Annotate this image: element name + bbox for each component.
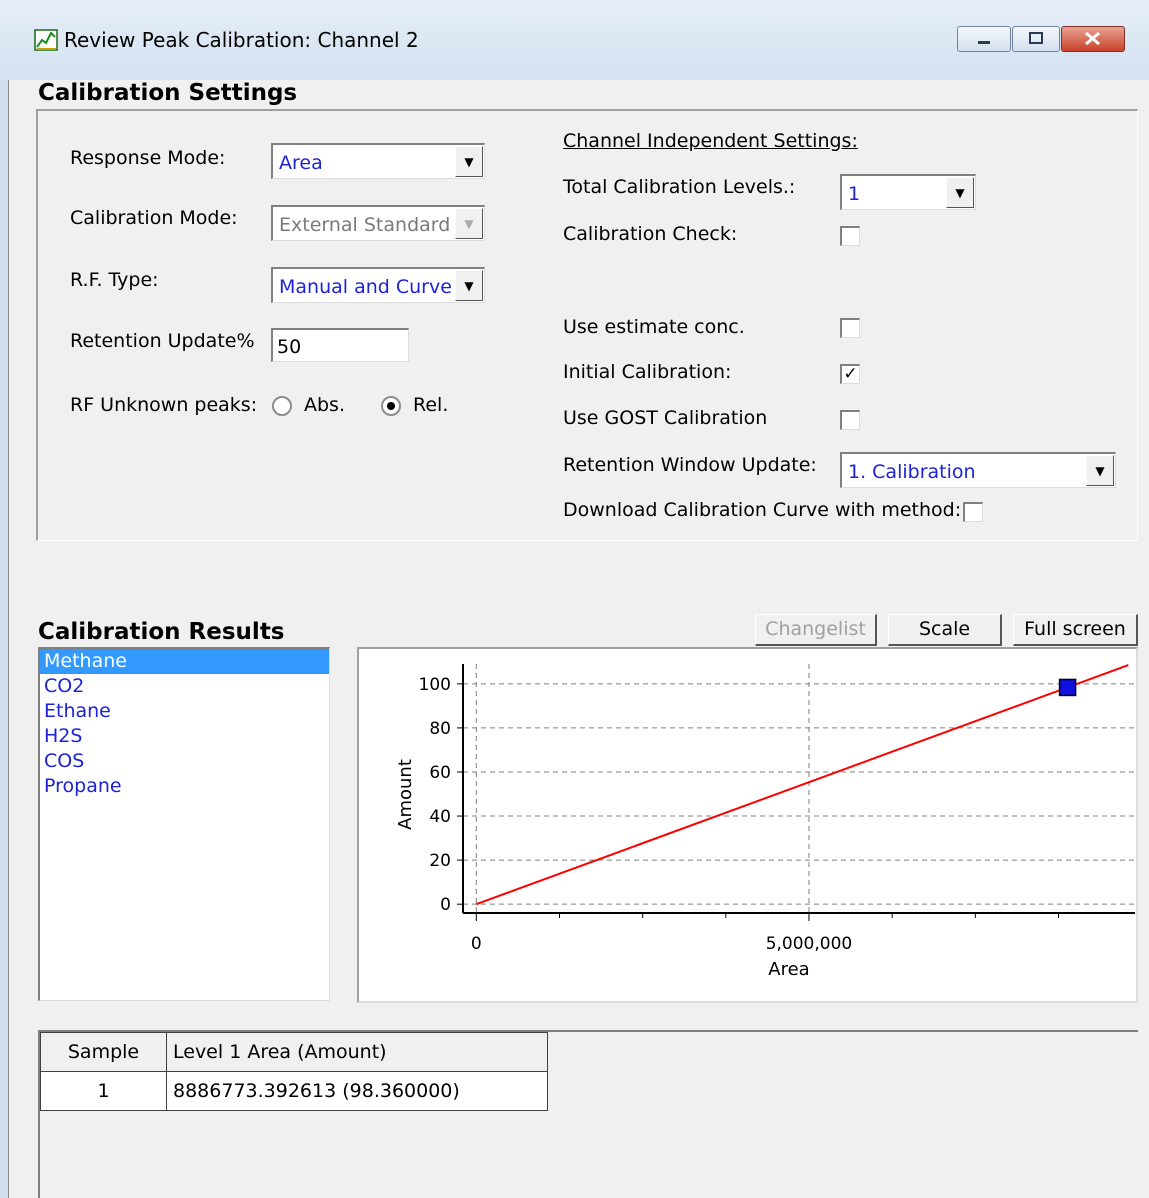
peak-list-item[interactable]: Propane [40, 774, 329, 799]
calibration-point [1058, 678, 1077, 697]
total-levels-value: 1 [848, 183, 861, 205]
retention-window-update-label: Retention Window Update: [563, 454, 817, 476]
header-level-1-area: Level 1 Area (Amount) [166, 1032, 548, 1072]
download-curve-label: Download Calibration Curve with method: [563, 499, 962, 521]
calibration-chart-svg: 0 20 40 60 80 100 0 5,000,000 Area Amount [395, 664, 1135, 980]
retention-window-update-value: 1. Calibration [848, 461, 976, 483]
channel-independent-heading: Channel Independent Settings: [563, 130, 858, 152]
y-tick-label: 0 [440, 895, 451, 915]
rf-unknown-peaks-label: RF Unknown peaks: [70, 394, 258, 416]
peak-list-item[interactable]: H2S [40, 724, 329, 749]
calibration-curve-line [475, 664, 1129, 906]
title-bar[interactable]: Review Peak Calibration: Channel 2 [0, 0, 1149, 80]
y-axis-label: Amount [395, 759, 416, 830]
use-gost-calibration-checkbox[interactable] [840, 410, 860, 430]
rf-type-select[interactable]: Manual and Curve ▼ [271, 267, 485, 303]
calibration-check-label: Calibration Check: [563, 223, 738, 245]
peak-items: Methane CO2 Ethane H2S COS Propane [40, 649, 329, 799]
close-button[interactable] [1061, 26, 1125, 52]
total-levels-label: Total Calibration Levels.: [563, 176, 796, 198]
response-mode-value: Area [279, 152, 323, 174]
x-axis-label: Area [768, 959, 809, 980]
maximize-button[interactable] [1012, 26, 1060, 52]
retention-update-input[interactable]: 50 [271, 328, 409, 362]
cell-sample: 1 [40, 1071, 167, 1111]
y-tick-label: 60 [429, 763, 451, 783]
results-header-row: Sample Level 1 Area (Amount) [40, 1032, 548, 1072]
total-levels-select[interactable]: 1 ▼ [840, 174, 976, 210]
calibration-chart: 0 20 40 60 80 100 0 5,000,000 Area Amount [357, 647, 1138, 1003]
initial-calibration-label: Initial Calibration: [563, 361, 732, 383]
scale-button[interactable]: Scale [888, 614, 1002, 646]
initial-calibration-checkbox[interactable]: ✓ [840, 364, 860, 384]
calibration-check-checkbox[interactable] [840, 226, 860, 246]
rf-rel-radio[interactable] [381, 396, 401, 416]
calibration-mode-select: External Standard ▼ [271, 205, 485, 241]
close-icon [1085, 31, 1100, 46]
full-screen-button[interactable]: Full screen [1013, 614, 1138, 646]
rf-abs-label: Abs. [304, 394, 345, 416]
cell-level-1-area: 8886773.392613 (98.360000) [166, 1071, 548, 1111]
calibration-results-title: Calibration Results [38, 619, 285, 645]
app-icon [34, 29, 58, 51]
rf-type-value: Manual and Curve [279, 276, 452, 298]
peak-list-item[interactable]: Ethane [40, 699, 329, 724]
peak-list-item[interactable]: Methane [40, 649, 329, 674]
response-mode-label: Response Mode: [70, 147, 226, 169]
use-estimate-conc-label: Use estimate conc. [563, 316, 745, 338]
calibration-mode-label: Calibration Mode: [70, 207, 238, 229]
y-tick-label: 20 [429, 851, 451, 871]
use-gost-calibration-label: Use GOST Calibration [563, 407, 768, 429]
chevron-down-icon[interactable]: ▼ [1086, 455, 1114, 486]
minimize-icon [978, 41, 990, 44]
retention-window-update-select[interactable]: 1. Calibration ▼ [840, 452, 1116, 488]
y-tick-label: 80 [429, 719, 451, 739]
calibration-mode-value: External Standard [279, 214, 451, 236]
rf-abs-radio[interactable] [272, 396, 292, 416]
header-sample: Sample [40, 1032, 167, 1072]
chevron-down-icon[interactable]: ▼ [946, 177, 974, 208]
maximize-icon [1029, 32, 1043, 44]
retention-update-label: Retention Update% [70, 330, 255, 352]
x-tick-label: 5,000,000 [766, 934, 853, 954]
chevron-down-icon: ▼ [455, 208, 483, 239]
chevron-down-icon[interactable]: ▼ [455, 146, 483, 177]
results-grid: Sample Level 1 Area (Amount) 1 8886773.3… [38, 1030, 1138, 1198]
window-title: Review Peak Calibration: Channel 2 [64, 28, 419, 52]
peak-list[interactable]: Methane CO2 Ethane H2S COS Propane [38, 647, 330, 1001]
use-estimate-conc-checkbox[interactable] [840, 318, 860, 338]
download-curve-checkbox[interactable] [963, 502, 983, 522]
rf-type-label: R.F. Type: [70, 269, 159, 291]
peak-list-item[interactable]: CO2 [40, 674, 329, 699]
dialog-client-area: Calibration Settings Response Mode: Area… [8, 80, 1149, 1198]
x-tick-label: 0 [471, 934, 482, 954]
chevron-down-icon[interactable]: ▼ [455, 270, 483, 301]
minimize-button[interactable] [957, 26, 1011, 52]
results-table: Sample Level 1 Area (Amount) 1 8886773.3… [40, 1032, 548, 1111]
y-tick-label: 100 [419, 675, 451, 695]
calibration-settings-title: Calibration Settings [38, 80, 298, 106]
table-row[interactable]: 1 8886773.392613 (98.360000) [40, 1071, 548, 1111]
changelist-button[interactable]: Changelist [755, 614, 877, 646]
response-mode-select[interactable]: Area ▼ [271, 143, 485, 179]
rf-rel-label: Rel. [413, 394, 449, 416]
peak-list-item[interactable]: COS [40, 749, 329, 774]
y-tick-label: 40 [429, 807, 451, 827]
